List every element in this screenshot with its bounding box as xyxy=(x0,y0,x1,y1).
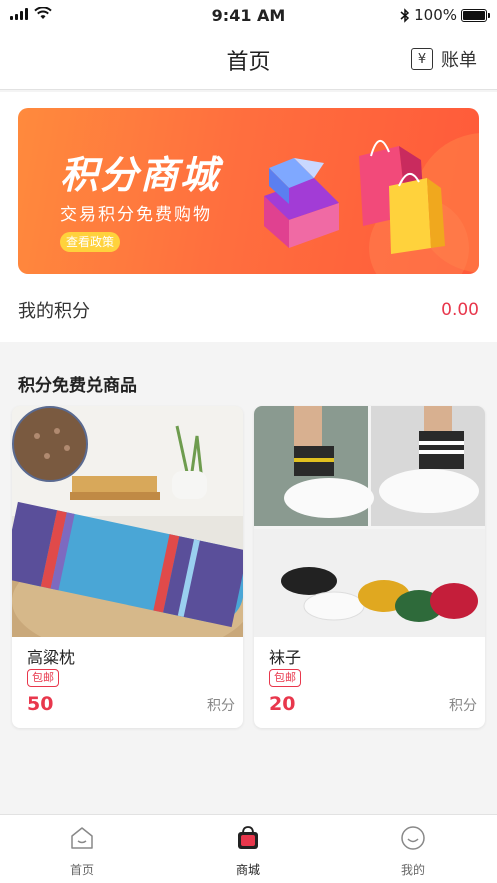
product-name: 袜子 xyxy=(269,648,302,667)
yen-icon: ¥ xyxy=(411,48,433,70)
product-card[interactable]: 高粱枕 包邮 50 积分 xyxy=(12,406,243,728)
gift-box-illustration xyxy=(264,133,479,274)
my-points-value: 0.00 xyxy=(441,300,479,320)
battery-icon xyxy=(461,8,490,22)
sorghum-pillow-image xyxy=(12,406,243,637)
bluetooth-icon xyxy=(400,7,410,23)
points-panel: 积分商城 交易积分免费购物 查看政策 我的积分 0.00 xyxy=(0,92,497,342)
points-mall-banner[interactable]: 积分商城 交易积分免费购物 查看政策 xyxy=(18,108,479,274)
shopping-bag-icon xyxy=(238,826,258,849)
tab-label: 商城 xyxy=(235,863,260,877)
home-icon xyxy=(71,827,93,849)
product-name: 高粱枕 xyxy=(27,648,76,667)
product-price-unit: 积分 xyxy=(449,698,477,714)
tab-label: 首页 xyxy=(69,863,94,877)
smile-icon xyxy=(401,826,425,850)
tab-home[interactable]: 首页 xyxy=(42,825,122,878)
product-price: 50 xyxy=(27,693,54,715)
banner-title: 积分商城 xyxy=(60,153,221,197)
tab-profile[interactable]: 我的 xyxy=(373,825,453,878)
battery-percent: 100% xyxy=(414,6,457,24)
tab-mall[interactable]: 商城 xyxy=(208,825,288,878)
section-title: 积分免费兑商品 xyxy=(18,376,137,396)
tab-bar: 首页 商城 我的 xyxy=(0,814,497,883)
product-card[interactable]: 袜子 包邮 20 积分 xyxy=(254,406,485,728)
free-shipping-badge: 包邮 xyxy=(27,669,59,687)
product-price-unit: 积分 xyxy=(207,698,235,714)
bill-button[interactable]: ¥ 账单 xyxy=(411,46,477,72)
status-bar: 9:41 AM 100% xyxy=(0,0,497,30)
my-points-label: 我的积分 xyxy=(18,301,90,322)
tab-label: 我的 xyxy=(400,863,425,877)
product-price: 20 xyxy=(269,693,296,715)
view-policy-button[interactable]: 查看政策 xyxy=(60,232,121,252)
bill-label: 账单 xyxy=(441,50,477,71)
my-points-row[interactable]: 我的积分 0.00 xyxy=(18,297,479,323)
socks-image xyxy=(254,406,485,637)
banner-subtitle: 交易积分免费购物 xyxy=(60,205,212,225)
free-shipping-badge: 包邮 xyxy=(269,669,301,687)
nav-bar: 首页 ¥ 账单 xyxy=(0,30,497,90)
